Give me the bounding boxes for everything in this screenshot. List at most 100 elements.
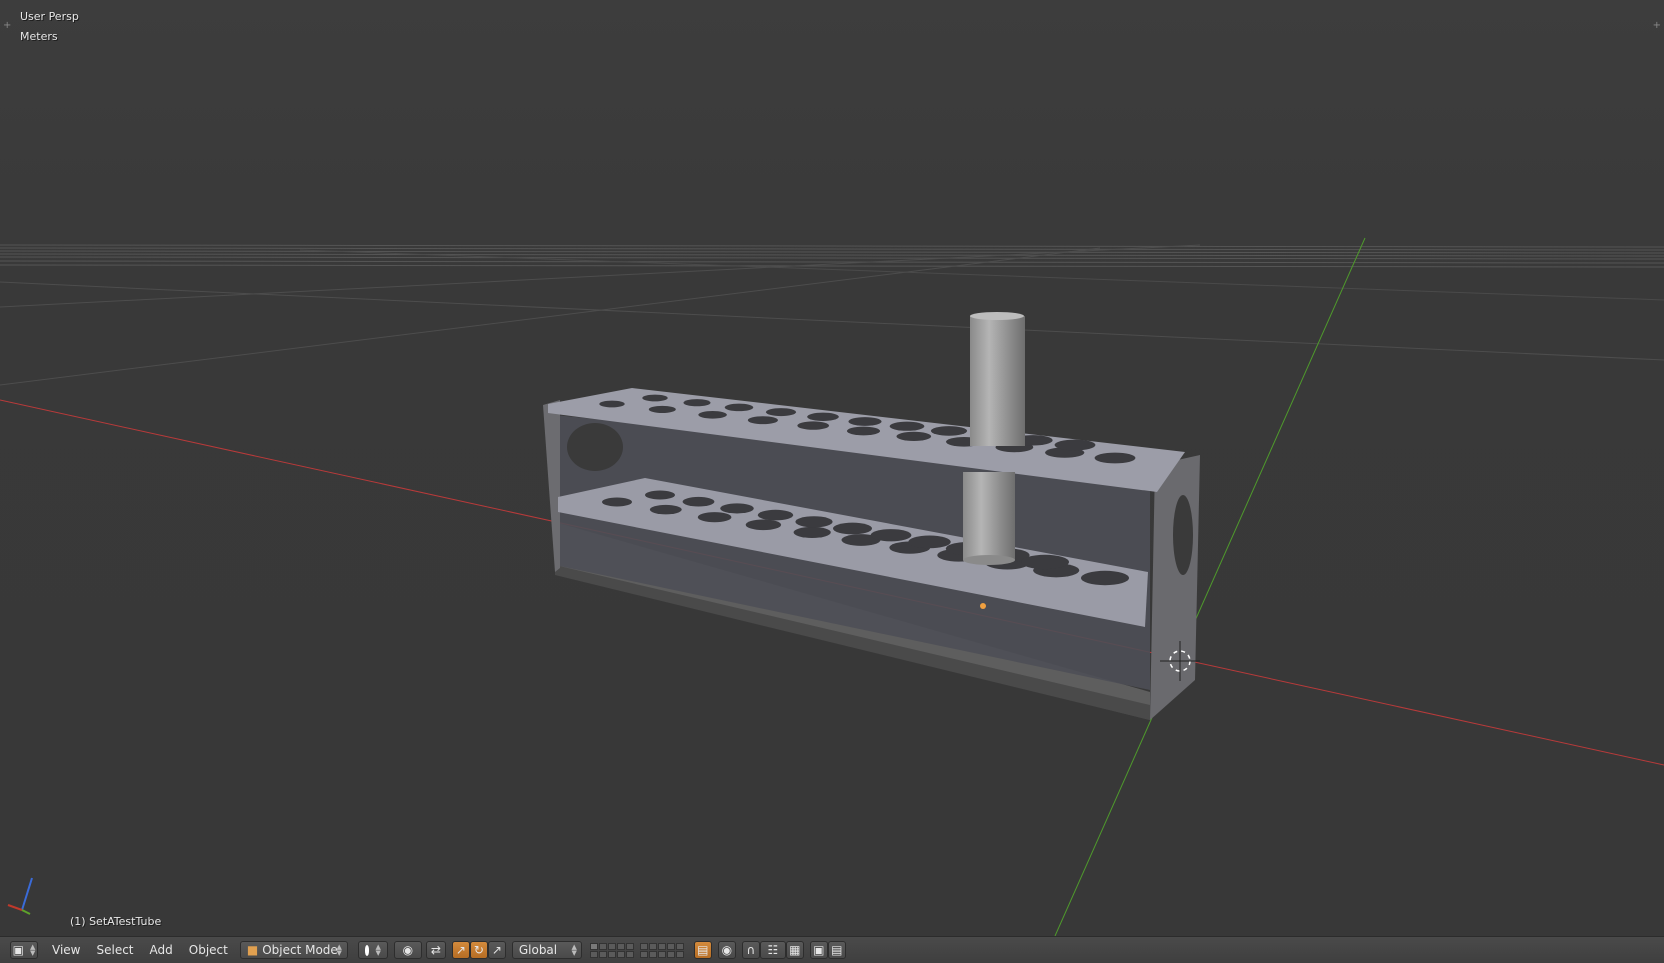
menu-object[interactable]: Object	[181, 937, 236, 963]
translate-manipulator-button[interactable]: ↗	[451, 941, 470, 959]
updown-icon: ▲ ▼	[29, 943, 36, 957]
tube-hole	[896, 431, 932, 441]
viewport-shading-dropdown[interactable]: ▲ ▼	[357, 941, 388, 959]
tube-hole	[602, 497, 632, 507]
tube-hole	[848, 417, 882, 426]
snap-element-dropdown[interactable]: ☷	[759, 941, 786, 959]
tube-hole	[720, 503, 754, 514]
test-tube-lower	[963, 472, 1015, 560]
tube-hole	[795, 516, 833, 528]
tube-hole	[697, 512, 732, 523]
tube-hole	[1081, 570, 1129, 586]
tube-hole	[745, 519, 782, 531]
mode-dropdown[interactable]: ■ Object Mode ▲ ▼	[239, 941, 348, 959]
tube-hole	[645, 490, 675, 500]
test-tube-rim	[970, 312, 1024, 320]
grid-line	[0, 260, 1664, 264]
snap-icon: ∩	[746, 943, 756, 957]
scale-manipulator-button[interactable]: ↗	[487, 941, 506, 959]
grid-line	[0, 250, 1664, 254]
test-tube-bottom	[963, 555, 1015, 565]
tube-hole	[765, 408, 797, 417]
snap-target-button[interactable]: ▦	[785, 941, 804, 959]
tube-hole	[1054, 439, 1096, 451]
side-hole	[567, 423, 623, 471]
opengl-render-icon: ▣	[813, 943, 825, 957]
orientation-label: Global	[518, 943, 558, 957]
tube-hole	[648, 405, 676, 413]
menu-view[interactable]: View	[44, 937, 88, 963]
pivot-point-icon: ◉	[402, 943, 414, 957]
rotate-icon: ↻	[473, 943, 484, 957]
menu-add[interactable]: Add	[142, 937, 181, 963]
rack-right-side	[1150, 455, 1200, 720]
grid-line	[0, 244, 1664, 248]
snap-element-icon: ☷	[767, 943, 779, 957]
tube-hole	[870, 529, 912, 542]
editor-type-button[interactable]: ▣ ▲ ▼	[10, 941, 38, 959]
grid-line	[0, 264, 1664, 268]
transform-orientation-dropdown[interactable]: Global ▲ ▼	[511, 941, 582, 959]
floor-grid	[0, 244, 1664, 386]
tube-hole	[1094, 452, 1136, 464]
lock-layers-button[interactable]: ▤	[693, 941, 712, 959]
updown-icon: ▲ ▼	[336, 943, 342, 957]
manipulator-toggle-icon: ⇄	[430, 943, 441, 957]
tube-hole	[757, 509, 794, 521]
snap-toggle-button[interactable]: ∩	[741, 941, 760, 959]
grid-line	[0, 253, 1664, 257]
rack-left-side	[543, 400, 560, 572]
object-cube-icon: ■	[246, 943, 259, 957]
active-object-label: (1) SetATestTube	[70, 915, 162, 928]
tube-hole	[599, 400, 625, 408]
3d-view-cube-icon: ▣	[12, 943, 24, 957]
tube-hole	[793, 526, 831, 538]
test-tube-upper	[970, 316, 1025, 446]
grid-line	[299, 249, 1664, 301]
opengl-render-button[interactable]: ▣	[809, 941, 828, 959]
tube-hole	[930, 426, 968, 436]
solid-sphere-icon	[364, 944, 370, 956]
3d-viewport[interactable]: User Persp Meters (1) SetATestTube + +	[0, 0, 1664, 936]
layers-group-2[interactable]	[639, 942, 684, 958]
tube-hole	[908, 535, 951, 549]
menu-select[interactable]: Select	[88, 937, 141, 963]
units-label: Meters	[20, 30, 58, 43]
scale-icon: ↗	[491, 943, 502, 957]
grid-line	[0, 281, 1664, 361]
tube-hole	[1021, 554, 1069, 570]
tube-hole	[698, 411, 727, 419]
tube-hole	[807, 412, 839, 421]
layers-group-1[interactable]	[589, 942, 634, 958]
tube-hole	[642, 394, 668, 402]
lock-icon: ▤	[697, 943, 709, 957]
opengl-animation-icon: ▤	[831, 943, 843, 957]
tube-hole	[682, 496, 715, 507]
grid-line	[0, 247, 1101, 386]
region-split-icon[interactable]: +	[1653, 20, 1661, 31]
updown-icon: ▲ ▼	[375, 943, 381, 957]
region-split-icon[interactable]: +	[3, 20, 11, 31]
tube-hole	[649, 504, 682, 515]
object-origin	[980, 603, 986, 609]
mode-label: Object Mode	[262, 943, 338, 957]
view-name-label: User Persp	[20, 10, 79, 23]
translate-icon: ↗	[455, 943, 466, 957]
updown-icon: ▲ ▼	[571, 943, 577, 957]
opengl-animation-button[interactable]: ▤	[827, 941, 846, 959]
tube-hole	[846, 426, 881, 436]
3d-view-header: ▣ ▲ ▼ View Select Add Object ■ Object Mod…	[0, 936, 1664, 963]
pivot-point-dropdown[interactable]: ◉	[393, 941, 422, 959]
tube-hole	[683, 399, 711, 407]
scene-canvas[interactable]	[0, 0, 1664, 936]
rotate-manipulator-button[interactable]: ↻	[469, 941, 488, 959]
proportional-editing-button[interactable]: ◉	[717, 941, 736, 959]
tube-hole	[747, 416, 778, 425]
test-tube-rack[interactable]	[543, 312, 1200, 720]
grid-line	[0, 256, 1664, 260]
manipulator-toggle-button[interactable]: ⇄	[425, 941, 446, 959]
tube-hole	[797, 421, 830, 430]
proportional-editing-icon: ◉	[721, 943, 733, 957]
tube-hole	[724, 403, 754, 412]
grid-line	[0, 247, 1664, 251]
